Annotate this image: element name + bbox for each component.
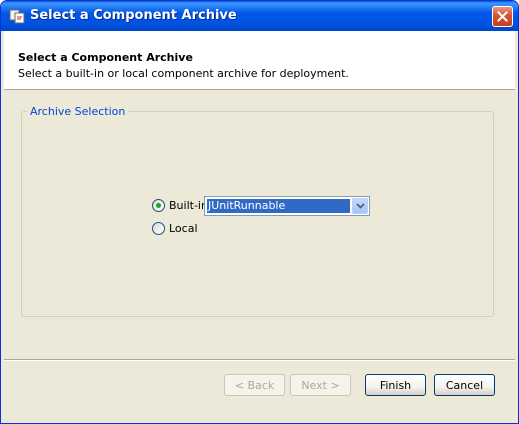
wizard-header: Select a Component Archive Select a buil… bbox=[4, 31, 515, 90]
app-icon bbox=[9, 9, 25, 24]
local-label[interactable]: Local bbox=[169, 222, 198, 235]
next-button[interactable]: Next > bbox=[290, 374, 351, 396]
wizard-content: Archive Selection Built-in JUnitRunnable… bbox=[4, 90, 515, 422]
chevron-down-icon bbox=[355, 203, 365, 209]
close-icon bbox=[497, 11, 508, 22]
combo-dropdown-button[interactable] bbox=[352, 198, 368, 214]
radio-selected-dot bbox=[156, 203, 161, 208]
cancel-button[interactable]: Cancel bbox=[434, 374, 495, 396]
local-radio-option[interactable]: Local bbox=[152, 222, 198, 235]
dialog-window: Select a Component Archive Select a Comp… bbox=[0, 0, 519, 424]
back-button[interactable]: < Back bbox=[224, 374, 285, 396]
archive-combo[interactable]: JUnitRunnable bbox=[204, 196, 370, 216]
page-title: Select a Component Archive bbox=[18, 51, 193, 64]
finish-button[interactable]: Finish bbox=[365, 374, 426, 396]
group-legend: Archive Selection bbox=[27, 105, 129, 118]
title-bar[interactable]: Select a Component Archive bbox=[1, 1, 518, 31]
combo-selected-value: JUnitRunnable bbox=[207, 199, 350, 213]
window-title: Select a Component Archive bbox=[30, 8, 237, 23]
close-button[interactable] bbox=[492, 6, 513, 27]
builtin-radio-option[interactable]: Built-in bbox=[152, 199, 208, 212]
page-description: Select a built-in or local component arc… bbox=[18, 67, 349, 80]
button-separator bbox=[4, 359, 515, 361]
builtin-radio[interactable] bbox=[152, 199, 165, 212]
builtin-label[interactable]: Built-in bbox=[169, 199, 208, 212]
local-radio[interactable] bbox=[152, 222, 165, 235]
